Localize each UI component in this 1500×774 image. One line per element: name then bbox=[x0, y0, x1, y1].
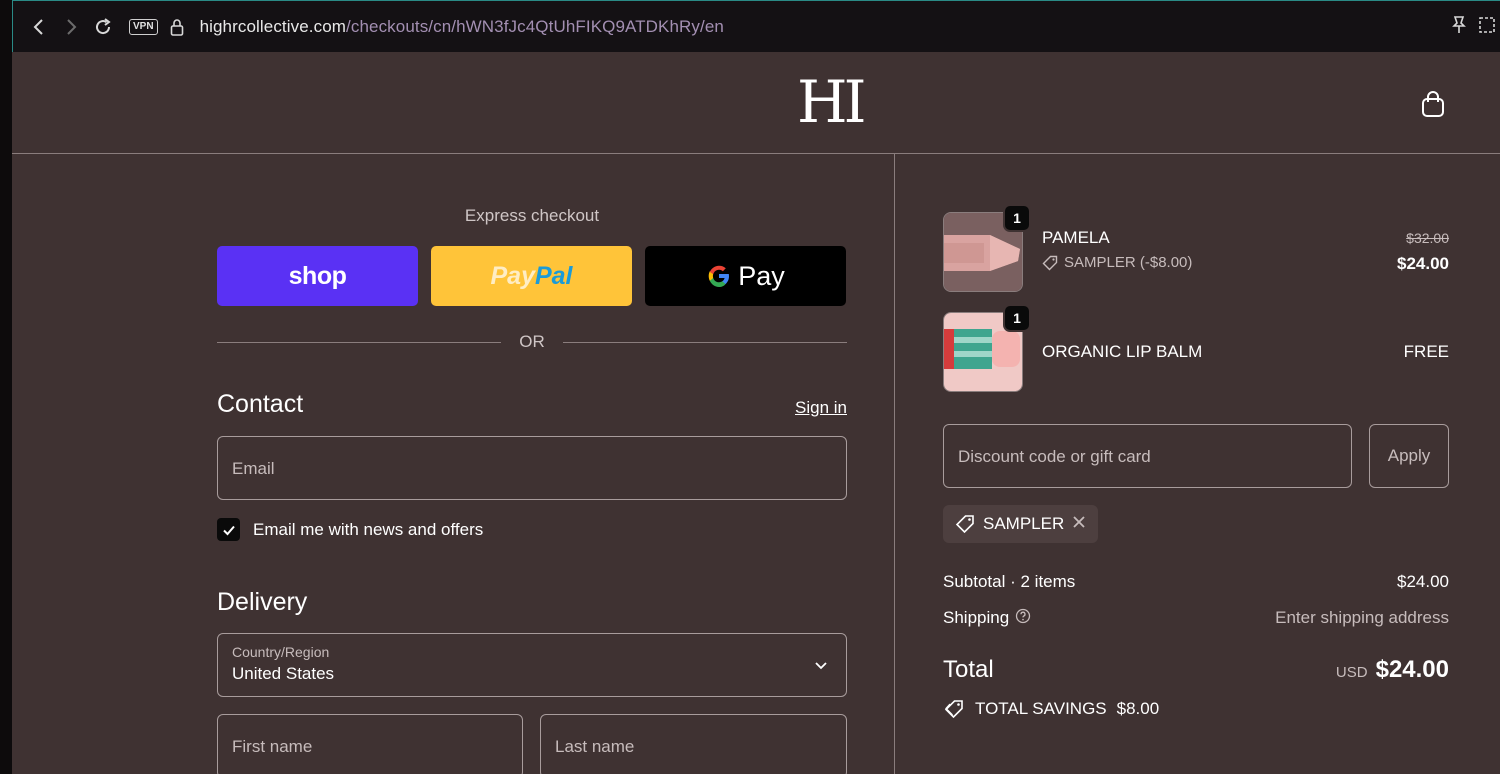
delivery-heading: Delivery bbox=[217, 588, 308, 616]
back-icon[interactable] bbox=[23, 11, 55, 43]
site-logo[interactable]: HI bbox=[797, 70, 866, 134]
column-divider bbox=[894, 154, 895, 774]
email-field[interactable]: Email bbox=[217, 436, 847, 500]
lock-icon[interactable] bbox=[168, 17, 186, 37]
paypal-logo: PayPal bbox=[490, 262, 572, 291]
apply-button[interactable]: Apply bbox=[1369, 424, 1449, 488]
shop-pay-button[interactable]: shop bbox=[217, 246, 418, 306]
help-circle-icon[interactable] bbox=[1015, 608, 1031, 629]
news-checkbox-label[interactable]: Email me with news and offers bbox=[253, 520, 483, 540]
tag-icon bbox=[955, 515, 974, 534]
shipping-label: Shipping bbox=[943, 608, 1010, 627]
item-discount: SAMPLER (-$8.00) bbox=[1042, 254, 1192, 271]
item-name: ORGANIC LIP BALM bbox=[1042, 342, 1203, 361]
paypal-logo-b: Pal bbox=[534, 261, 573, 290]
applied-discount-chip: SAMPLER bbox=[943, 505, 1099, 543]
news-checkbox[interactable] bbox=[217, 518, 240, 541]
cart-item: 1 PAMELA SAMPLER (-$8.00) $32.00 $24.00 bbox=[943, 204, 1449, 292]
first-name-field[interactable]: First name bbox=[217, 714, 523, 774]
contact-heading: Contact bbox=[217, 390, 304, 418]
express-checkout-title: Express checkout bbox=[464, 206, 600, 225]
quantity-badge: 1 bbox=[1003, 304, 1031, 332]
reload-icon[interactable] bbox=[87, 11, 119, 43]
total-savings: TOTAL SAVINGS $8.00 bbox=[943, 698, 1159, 720]
chevron-down-icon bbox=[814, 658, 828, 676]
address-bar[interactable]: highrcollective.com/checkouts/cn/hWN3fJc… bbox=[200, 17, 724, 37]
item-price: $24.00 bbox=[1397, 254, 1449, 273]
applied-discount-code: SAMPLER bbox=[983, 514, 1065, 533]
savings-label: TOTAL SAVINGS bbox=[975, 699, 1107, 718]
discount-code-input[interactable]: Discount code or gift card bbox=[943, 424, 1352, 488]
quantity-badge: 1 bbox=[1003, 204, 1031, 232]
site-header: HI bbox=[12, 52, 1500, 154]
total-value-wrap: USD $24.00 bbox=[1336, 656, 1449, 684]
browser-toolbar: VPN highrcollective.com/checkouts/cn/hWN… bbox=[12, 0, 1500, 52]
subtotal-value: $24.00 bbox=[1397, 572, 1449, 591]
google-g-icon bbox=[708, 265, 730, 287]
email-placeholder: Email bbox=[232, 459, 275, 478]
shop-pay-label: shop bbox=[288, 261, 347, 290]
item-name: PAMELA bbox=[1042, 228, 1110, 247]
cart-item: 1 ORGANIC LIP BALM FREE bbox=[943, 304, 1449, 392]
url-host: highrcollective.com bbox=[199, 16, 347, 36]
url-path: /checkouts/cn/hWN3fJc4QtUhFIKQ9ATDKhRy/e… bbox=[346, 16, 724, 36]
total-label: Total bbox=[943, 656, 994, 683]
item-discount-label: SAMPLER (-$8.00) bbox=[1064, 254, 1193, 271]
checkout-page: HI Express checkout shop PayPal Pay OR C… bbox=[12, 52, 1500, 774]
currency-code: USD bbox=[1335, 664, 1368, 681]
vpn-badge[interactable]: VPN bbox=[129, 18, 158, 35]
country-label: Country/Region bbox=[232, 644, 330, 660]
first-name-placeholder: First name bbox=[232, 737, 313, 756]
tag-icon bbox=[1042, 255, 1058, 270]
remove-discount-icon[interactable] bbox=[1072, 514, 1086, 534]
paypal-button[interactable]: PayPal bbox=[431, 246, 632, 306]
pin-icon[interactable] bbox=[1450, 15, 1468, 40]
forward-icon[interactable] bbox=[55, 11, 87, 43]
news-opt-in: Email me with news and offers bbox=[217, 518, 483, 541]
sign-in-link[interactable]: Sign in bbox=[795, 398, 847, 418]
country-select[interactable]: Country/Region United States bbox=[217, 633, 847, 697]
or-divider: OR bbox=[217, 330, 847, 354]
or-label: OR bbox=[519, 332, 545, 351]
screenshot-icon[interactable] bbox=[1478, 16, 1496, 39]
subtotal-label: Subtotal · 2 items bbox=[943, 572, 1076, 591]
total-amount: $24.00 bbox=[1375, 656, 1449, 683]
item-price: FREE bbox=[1403, 342, 1449, 361]
check-icon bbox=[222, 525, 235, 535]
savings-value: $8.00 bbox=[1116, 699, 1160, 718]
tag-icon bbox=[944, 700, 963, 719]
last-name-field[interactable]: Last name bbox=[540, 714, 847, 774]
shipping-label-wrap: Shipping bbox=[943, 608, 1031, 629]
last-name-placeholder: Last name bbox=[555, 737, 635, 756]
country-value: United States bbox=[232, 664, 335, 683]
original-price: $32.00 bbox=[1406, 230, 1449, 246]
google-pay-label: Pay bbox=[738, 260, 785, 291]
paypal-logo-a: Pay bbox=[490, 261, 535, 290]
google-pay-button[interactable]: Pay bbox=[645, 246, 846, 306]
discount-placeholder: Discount code or gift card bbox=[958, 447, 1151, 466]
shopping-bag-icon[interactable] bbox=[1420, 90, 1446, 118]
shipping-value: Enter shipping address bbox=[1275, 608, 1449, 627]
